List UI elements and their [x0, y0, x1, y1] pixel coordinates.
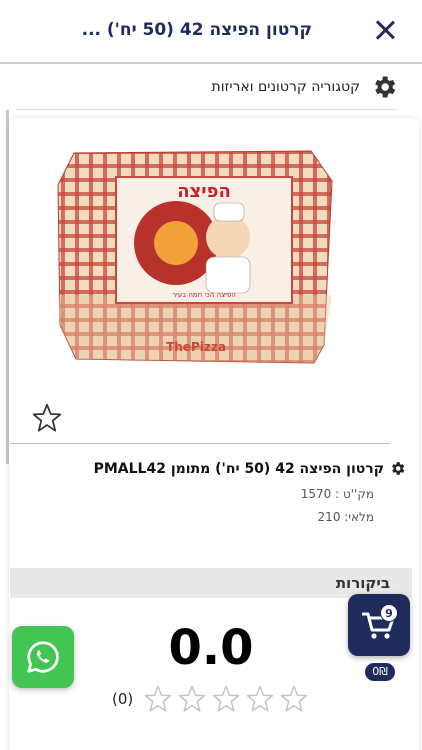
product-name: קרטון הפיצה 42 (50 יח') מתומן PMALL42	[93, 460, 384, 477]
rating-stars: (0)	[112, 684, 309, 714]
reviews-label: ביקורות	[335, 574, 390, 592]
cart-total: 0₪	[365, 663, 395, 681]
empty-star-icon	[281, 685, 308, 712]
category-label: קטגוריה קרטונים ואריזות	[211, 79, 361, 95]
box-tagline-text: הפיצה הכי חמה בעיר	[172, 291, 236, 299]
reviews-section-header: ביקורות	[10, 568, 412, 598]
empty-star-icon	[145, 685, 172, 712]
box-brand-text: הפיצה	[177, 181, 231, 202]
image-divider	[10, 443, 390, 444]
product-image[interactable]: הפיצה הפיצה הכי חמה בעיר ThePizza	[56, 145, 334, 365]
empty-star-icon	[213, 685, 240, 712]
product-name-row: קרטון הפיצה 42 (50 יח') מתומן PMALL42	[94, 460, 406, 477]
whatsapp-button[interactable]	[12, 626, 74, 688]
whatsapp-icon	[27, 641, 59, 673]
category-row[interactable]: קטגוריה קרטונים ואריזות	[0, 66, 422, 110]
product-stock: מלאי: 210	[317, 510, 374, 524]
page-title: קרטון הפיצה 42 (50 יח') ...	[81, 20, 312, 40]
category-divider	[16, 109, 398, 110]
favorite-star-icon[interactable]	[30, 402, 64, 434]
close-icon[interactable]	[374, 19, 396, 41]
empty-star-icon	[179, 685, 206, 712]
review-count: (0)	[112, 690, 134, 708]
product-sku: מק''ט : 1570	[300, 487, 374, 501]
cart-button[interactable]	[348, 594, 410, 656]
empty-star-icon	[247, 685, 274, 712]
box-side-text: ThePizza	[166, 340, 226, 354]
cart-count-badge: 9	[380, 604, 398, 622]
gear-icon	[375, 76, 396, 98]
app-header: קרטון הפיצה 42 (50 יח') ...	[0, 0, 422, 64]
gear-icon	[392, 462, 405, 475]
